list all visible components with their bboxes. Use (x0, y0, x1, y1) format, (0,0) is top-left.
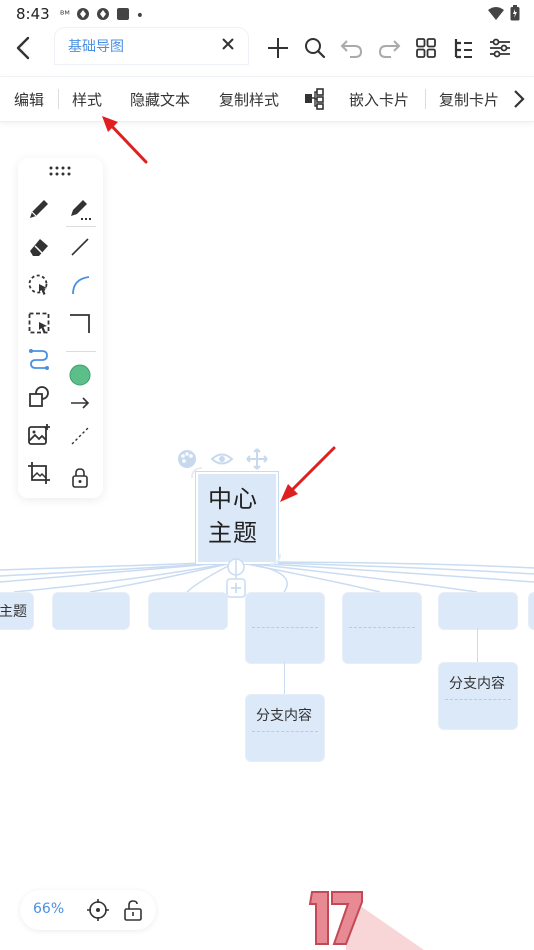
line-tool-icon[interactable] (66, 233, 94, 261)
more-notifications-dot: • (135, 7, 145, 24)
nav-actions (262, 32, 516, 64)
tab-title: 基础导图 (68, 39, 124, 55)
sub-branch-text: 分支内容 (256, 708, 312, 724)
settings-sliders-button[interactable] (484, 32, 516, 64)
branch-node[interactable]: 主题 (0, 592, 34, 630)
branch-node[interactable] (342, 592, 422, 664)
toolbar-hide-text[interactable]: 隐藏文本 (130, 89, 190, 110)
elbow-line-icon[interactable] (66, 309, 94, 337)
toolbar-edit[interactable]: 编辑 (14, 89, 44, 110)
grid-view-button[interactable] (410, 32, 442, 64)
zoom-control-bar: 66% (20, 890, 156, 930)
node-divider (445, 699, 511, 700)
wifi-icon (488, 6, 504, 25)
branch-node[interactable] (148, 592, 228, 630)
annotation-arrow (280, 446, 336, 502)
battery-icon (510, 5, 520, 25)
locate-center-icon[interactable] (86, 898, 110, 926)
drag-handle-icon[interactable] (46, 162, 74, 180)
zoom-level[interactable]: 66% (33, 901, 64, 917)
connector-line (284, 662, 285, 694)
toolbar-divider (425, 89, 426, 109)
add-button[interactable] (262, 32, 294, 64)
node-toolbar: 编辑 样式 隐藏文本 复制样式 嵌入卡片 复制卡片 (0, 76, 534, 122)
branch-node[interactable] (52, 592, 130, 630)
toolbar-embed-card[interactable]: 嵌入卡片 (349, 89, 409, 110)
toolbar-divider (58, 89, 59, 109)
annotation-arrow (102, 116, 148, 164)
pencil-icon[interactable] (25, 195, 53, 223)
connector-icon[interactable] (25, 345, 53, 373)
close-tab-button[interactable] (218, 34, 238, 54)
app-notification-icon (96, 6, 110, 25)
image-frame-icon[interactable] (25, 459, 53, 487)
insert-image-icon[interactable] (25, 421, 53, 449)
sub-branch-node[interactable]: 分支内容 (245, 694, 325, 762)
back-button[interactable] (10, 30, 38, 66)
toolbar-style[interactable]: 样式 (72, 89, 102, 110)
eraser-icon[interactable] (25, 233, 53, 261)
arrow-line-icon[interactable] (66, 389, 94, 417)
document-tab[interactable]: 基础导图 (55, 28, 248, 64)
status-time: 8:43 (16, 5, 50, 23)
branch-node[interactable] (245, 592, 325, 664)
app-notification-icon (116, 6, 130, 25)
panel-divider (66, 351, 96, 352)
watermark-logo (308, 891, 424, 950)
resize-handles[interactable] (190, 466, 282, 566)
arc-tool-icon[interactable] (66, 271, 94, 299)
lock-icon[interactable] (66, 464, 94, 492)
status-bar: 8:43 ᴮᴹ • (0, 0, 534, 28)
box-select-icon[interactable] (25, 309, 53, 337)
branch-node-text: 主题 (0, 604, 27, 620)
chevron-right-icon[interactable] (512, 87, 526, 115)
add-subtopic-button[interactable] (226, 578, 246, 602)
pen-settings-icon[interactable] (66, 195, 94, 223)
nav-bar: 基础导图 (0, 28, 534, 68)
branch-node[interactable] (438, 592, 518, 630)
shape-tool-icon[interactable] (25, 383, 53, 411)
sub-branch-text: 分支内容 (449, 676, 505, 692)
status-notification-icons: ᴮᴹ • (60, 6, 144, 25)
toolbar-copy-card[interactable]: 复制卡片 (439, 89, 499, 110)
system-icons (488, 5, 520, 25)
connector-line (477, 628, 478, 662)
collapse-toggle[interactable] (226, 558, 246, 580)
undo-button[interactable] (336, 32, 368, 64)
sub-branch-node[interactable]: 分支内容 (438, 662, 518, 730)
drawing-tool-panel (18, 158, 103, 498)
branch-node[interactable] (528, 592, 534, 630)
search-button[interactable] (299, 32, 331, 64)
outline-button[interactable] (447, 32, 479, 64)
app-notification-icon (76, 6, 90, 25)
lasso-select-icon[interactable] (25, 271, 53, 299)
redo-button[interactable] (373, 32, 405, 64)
toolbar-copy-style[interactable]: 复制样式 (219, 89, 279, 110)
structure-icon[interactable] (304, 87, 328, 115)
panel-divider (66, 226, 96, 227)
dashed-line-icon[interactable] (66, 422, 94, 450)
unlock-icon[interactable] (121, 898, 145, 926)
node-divider (252, 627, 318, 628)
color-swatch[interactable] (66, 361, 94, 389)
node-divider (349, 627, 415, 628)
network-icon: ᴮᴹ (60, 10, 70, 21)
node-divider (252, 731, 318, 732)
